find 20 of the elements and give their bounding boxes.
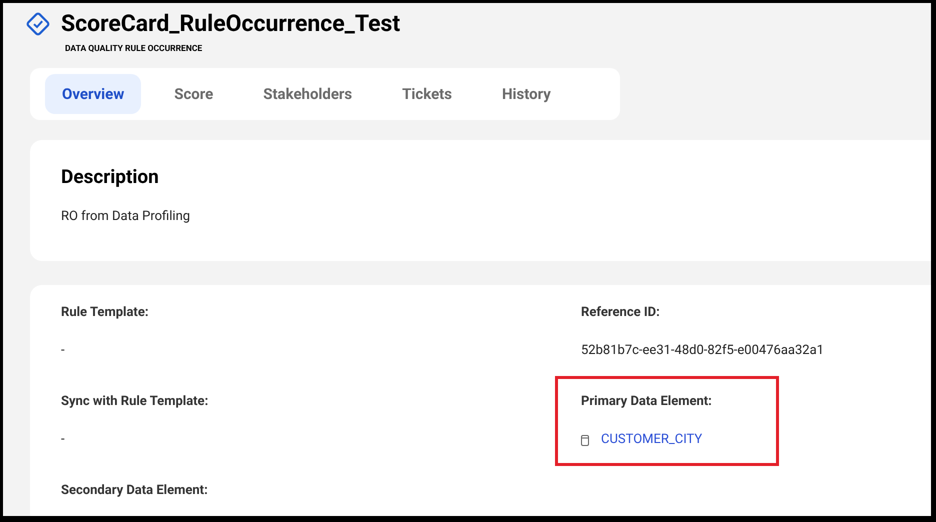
field-value: 52b81b7c-ee31-48d0-82f5-e00476aa32a1 (581, 343, 825, 359)
section-title: Description (61, 165, 160, 189)
description-text: RO from Data Profiling (61, 209, 192, 225)
field-label: Sync with Rule Template: (61, 394, 210, 410)
field-value: - (61, 432, 66, 448)
tab[interactable]: Tickets (385, 74, 469, 114)
field-label: Primary Data Element: (581, 394, 713, 410)
field-label: Rule Template: (61, 305, 150, 321)
database-icon (581, 434, 589, 446)
tab[interactable]: Stakeholders (246, 74, 370, 114)
tab[interactable]: Score (157, 74, 230, 114)
field-label: Secondary Data Element: (61, 483, 209, 499)
page-title: ScoreCard_RuleOccurrence_Test (61, 10, 400, 38)
page-subtitle: DATA QUALITY RULE OCCURRENCE (65, 44, 204, 54)
tab[interactable]: Overview (45, 74, 142, 114)
field-value: - (61, 343, 66, 359)
tab[interactable]: History (484, 74, 568, 114)
data-element-link[interactable]: CUSTOMER_CITY (601, 432, 702, 448)
field-label: Reference ID: (581, 305, 661, 321)
check-diamond-icon (25, 11, 51, 37)
